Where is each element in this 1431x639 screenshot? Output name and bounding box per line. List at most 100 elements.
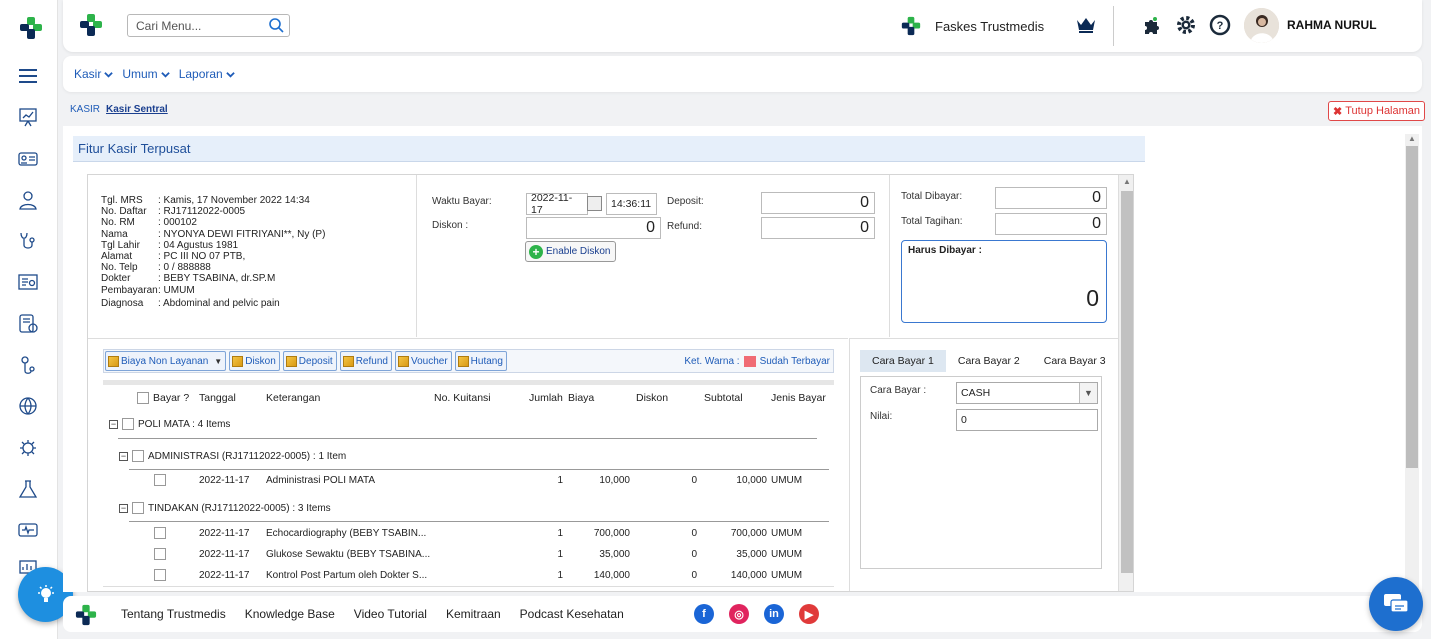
patient-value: : 000102 [158, 217, 197, 229]
refund-field[interactable]: 0 [761, 217, 875, 239]
col-kuitansi[interactable]: No. Kuitansi [434, 392, 491, 404]
collapse-icon[interactable]: − [119, 503, 128, 513]
brand-logo-icon[interactable] [19, 16, 43, 40]
facebook-icon[interactable]: f [694, 604, 714, 624]
footer-link-tentang[interactable]: Tentang Trustmedis [121, 607, 226, 621]
calendar-icon[interactable] [587, 196, 602, 211]
globe-icon[interactable] [15, 393, 41, 419]
puzzle-icon[interactable] [1141, 14, 1163, 36]
menu-umum[interactable]: Umum [122, 67, 170, 81]
header-divider [1113, 6, 1114, 46]
menu-laporan[interactable]: Laporan [179, 67, 235, 81]
brand-logo-icon[interactable] [79, 13, 103, 37]
youtube-icon[interactable]: ▶ [799, 604, 819, 624]
page-scrollbar[interactable]: ▲ [1405, 134, 1419, 592]
scroll-up-icon[interactable]: ▲ [1123, 177, 1131, 186]
select-all-checkbox[interactable] [137, 392, 149, 404]
cara-bayar-select[interactable]: CASH ▼ [956, 382, 1098, 404]
collapse-icon[interactable]: − [119, 451, 128, 461]
tab-cara-bayar-1[interactable]: Cara Bayar 1 [860, 350, 946, 372]
facility-selector[interactable]: Faskes Trustmedis [901, 16, 1044, 36]
deposit-button[interactable]: Deposit [282, 351, 337, 371]
user-name[interactable]: RAHMA NURUL [1287, 18, 1377, 32]
biaya-non-layanan-button[interactable]: Biaya Non Layanan ▼ [105, 351, 227, 371]
content-scrollbar[interactable]: ▲ [1118, 175, 1133, 591]
diskon-button[interactable]: Diskon [229, 351, 280, 371]
group-checkbox[interactable] [122, 418, 134, 430]
tab-cara-bayar-3[interactable]: Cara Bayar 3 [1032, 350, 1118, 372]
id-card-icon[interactable] [15, 146, 41, 172]
group-tindakan-label: TINDAKAN (RJ17112022-0005) : 3 Items [148, 502, 331, 514]
menu-kasir[interactable]: Kasir [74, 67, 114, 81]
cell-biaya: 140,000 [593, 570, 630, 581]
enable-diskon-label: Enable Diskon [546, 246, 611, 257]
search-icon[interactable] [268, 17, 284, 33]
col-tanggal[interactable]: Tanggal [199, 392, 236, 404]
payment-date-field[interactable]: 2022-11-17 [526, 192, 588, 216]
group-poli[interactable]: − POLI MATA : 4 Items [109, 418, 230, 430]
payment-time-field[interactable]: 14:36:11 [606, 193, 657, 215]
row-checkbox[interactable] [154, 548, 166, 560]
col-jenis[interactable]: Jenis Bayar [771, 392, 826, 404]
tab-cara-bayar-2[interactable]: Cara Bayar 2 [946, 350, 1032, 372]
diskon-field[interactable]: 0 [526, 217, 661, 239]
row-checkbox[interactable] [154, 569, 166, 581]
billing-toolbar: Biaya Non Layanan ▼ Diskon Deposit Refund… [103, 349, 834, 373]
patient-row: Pembayaran: UMUM [101, 285, 416, 296]
col-keterangan[interactable]: Keterangan [266, 392, 320, 404]
lab-report-icon[interactable] [15, 270, 41, 296]
deposit-field[interactable]: 0 [761, 192, 875, 214]
stethoscope-icon[interactable] [15, 228, 41, 254]
footer-link-podcast[interactable]: Podcast Kesehatan [520, 607, 624, 621]
hutang-button[interactable]: Hutang [454, 351, 507, 371]
col-subtotal[interactable]: Subtotal [704, 392, 743, 404]
breadcrumb-current[interactable]: Kasir Sentral [106, 104, 168, 115]
chat-button[interactable] [1369, 577, 1423, 631]
avatar[interactable] [1244, 8, 1279, 43]
nilai-input[interactable]: 0 [956, 409, 1098, 431]
refund-button[interactable]: Refund [339, 351, 392, 371]
monitor-icon[interactable] [15, 517, 41, 543]
breadcrumb-root[interactable]: KASIR [70, 104, 100, 115]
total-dibayar-field: 0 [995, 187, 1107, 209]
row-checkbox[interactable] [154, 474, 166, 486]
voucher-button[interactable]: Voucher [394, 351, 452, 371]
col-bayar[interactable]: Bayar ? [153, 392, 189, 404]
group-checkbox[interactable] [132, 450, 144, 462]
col-diskon[interactable]: Diskon [636, 392, 668, 404]
virus-icon[interactable] [15, 435, 41, 461]
cashier-icon[interactable] [15, 311, 41, 337]
biaya-non-label: Biaya Non Layanan [121, 355, 209, 367]
support-icon[interactable]: ? [1209, 14, 1231, 36]
content-scroll-thumb[interactable] [1121, 191, 1133, 573]
crown-icon[interactable] [1075, 15, 1097, 35]
col-jumlah[interactable]: Jumlah [529, 392, 563, 404]
cell-diskon: 0 [691, 549, 697, 560]
user-icon[interactable] [15, 187, 41, 213]
gear-icon[interactable] [1175, 14, 1197, 36]
scroll-up-icon[interactable]: ▲ [1408, 134, 1416, 143]
footer-link-knowledge[interactable]: Knowledge Base [245, 607, 335, 621]
collapse-icon[interactable]: − [109, 419, 118, 429]
refund-button-label: Refund [355, 355, 388, 367]
group-checkbox[interactable] [132, 502, 144, 514]
cell-biaya: 700,000 [593, 528, 630, 539]
instagram-icon[interactable]: ◎ [729, 604, 749, 624]
presentation-chart-icon[interactable] [15, 104, 41, 130]
hamburger-menu-icon[interactable] [15, 63, 41, 89]
row-checkbox[interactable] [154, 527, 166, 539]
enable-diskon-button[interactable]: + Enable Diskon [525, 241, 617, 262]
footer-link-video[interactable]: Video Tutorial [354, 607, 427, 621]
patient-row: Nama: NYONYA DEWI FITRIYANI**, Ny (P) [101, 229, 416, 240]
chevron-down-icon[interactable]: ▼ [1079, 383, 1097, 403]
linkedin-icon[interactable]: in [764, 604, 784, 624]
medicine-icon[interactable] [15, 352, 41, 378]
footer-link-kemitraan[interactable]: Kemitraan [446, 607, 501, 621]
close-page-button[interactable]: ✖ Tutup Halaman [1328, 101, 1426, 121]
search-menu-input[interactable] [127, 14, 290, 37]
group-tindakan[interactable]: − TINDAKAN (RJ17112022-0005) : 3 Items [119, 502, 331, 514]
flask-icon[interactable] [15, 476, 41, 502]
group-admin[interactable]: − ADMINISTRASI (RJ17112022-0005) : 1 Ite… [119, 450, 346, 462]
page-scroll-thumb[interactable] [1406, 146, 1418, 468]
col-biaya[interactable]: Biaya [568, 392, 594, 404]
